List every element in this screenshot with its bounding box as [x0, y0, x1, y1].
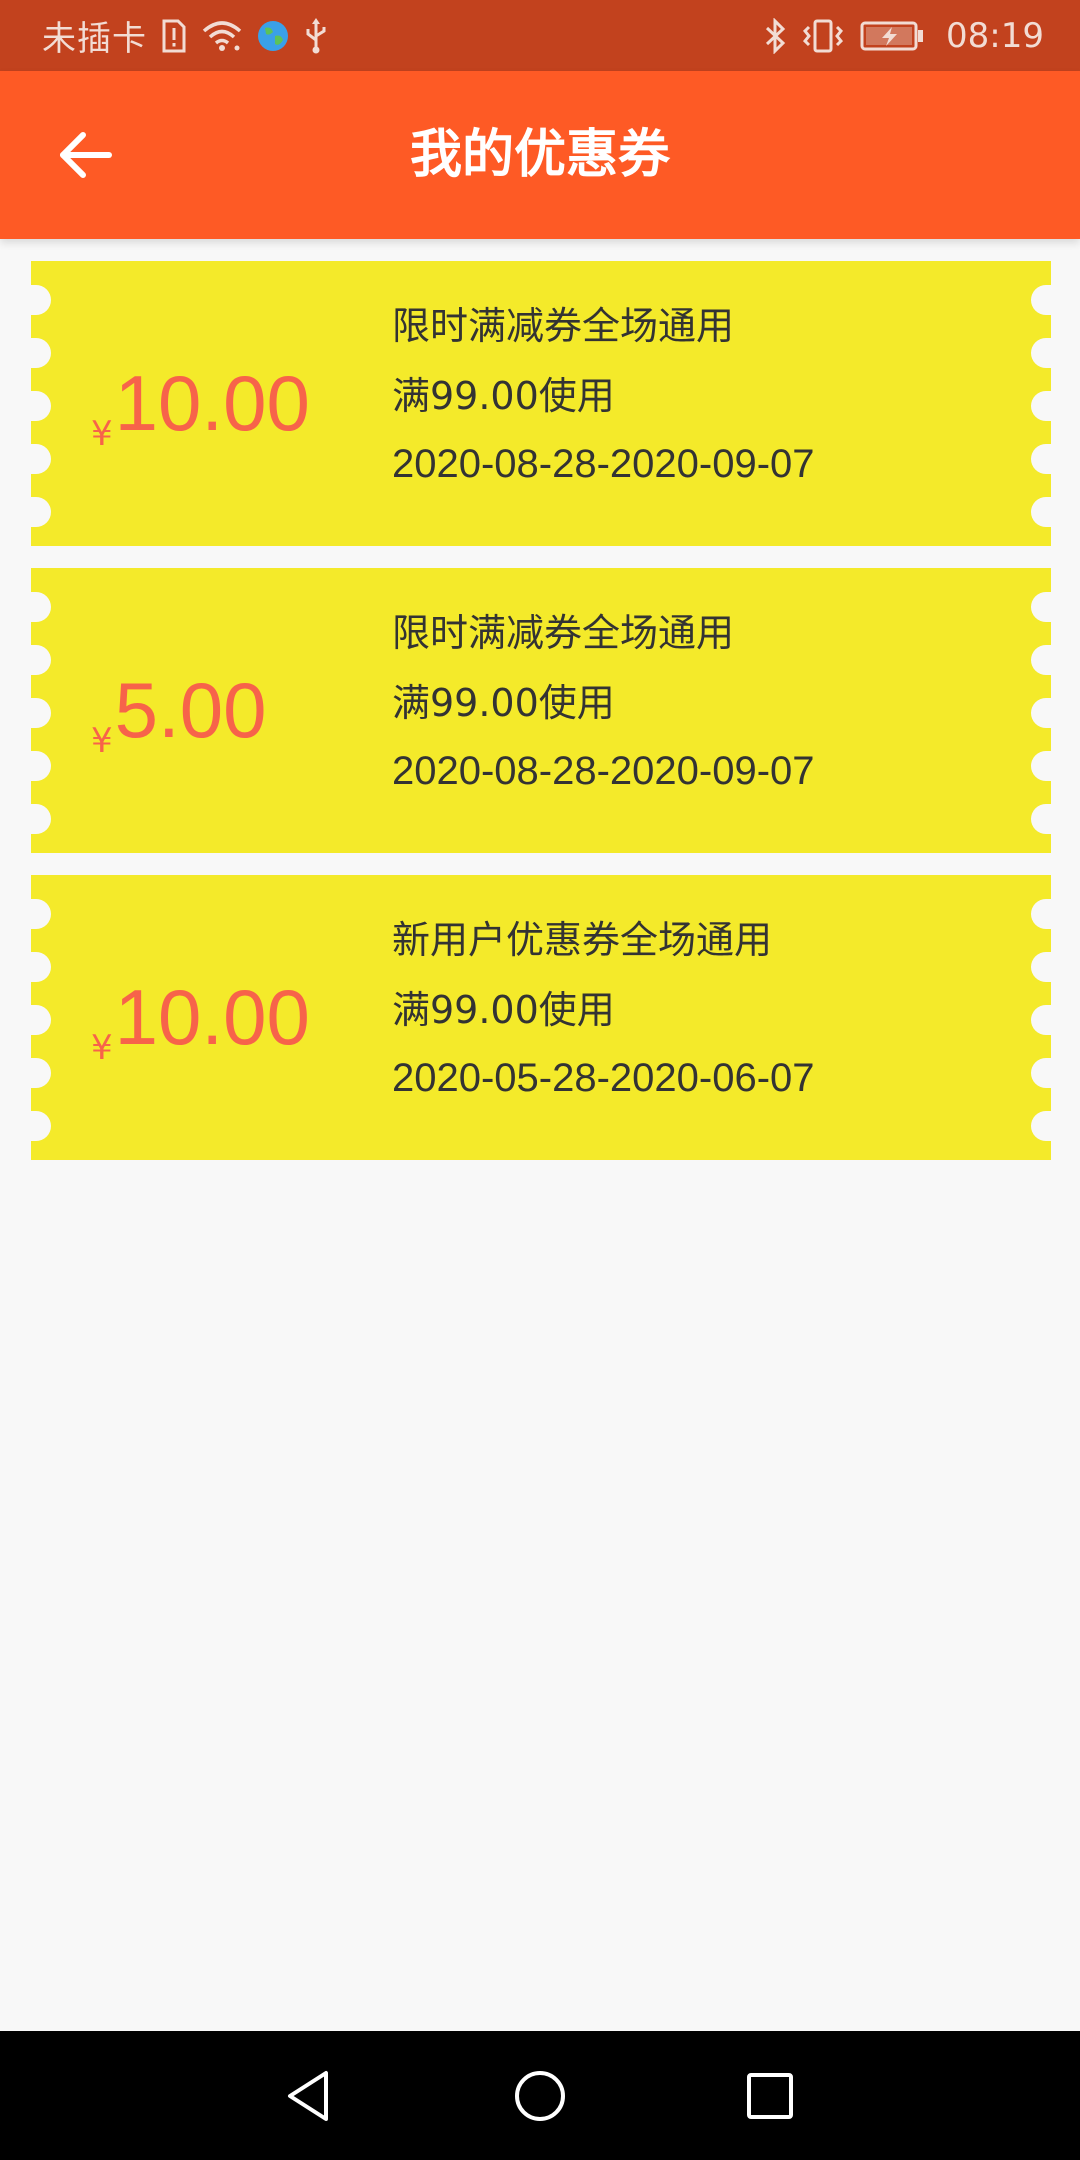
ticket-notch [31, 497, 51, 527]
coupon-amount: ¥ 10.00 [91, 261, 310, 546]
coupon-card[interactable]: ¥ 10.00 限时满减券全场通用 满99.00使用 2020-08-28-20… [31, 261, 1051, 546]
ticket-notch [1031, 444, 1051, 474]
sim-alert-icon [161, 19, 187, 53]
nav-recents-button[interactable] [710, 2031, 830, 2160]
back-triangle-icon [284, 2069, 334, 2123]
coupon-condition: 满99.00使用 [392, 988, 615, 1032]
ticket-notch [1031, 804, 1051, 834]
coupon-amount: ¥ 10.00 [91, 875, 310, 1160]
status-right: 08:19 [764, 0, 1044, 71]
amount-value: 5.00 [114, 666, 267, 754]
amount-value: 10.00 [114, 973, 310, 1061]
amount-value: 10.00 [114, 359, 310, 447]
ticket-notch [1031, 645, 1051, 675]
status-left: 未插卡 [42, 0, 329, 71]
ticket-notch [31, 338, 51, 368]
currency-symbol: ¥ [91, 413, 113, 454]
ticket-notch [1031, 285, 1051, 315]
coupon-info: 限时满减券全场通用 满99.00使用 2020-08-28-2020-09-07 [392, 304, 815, 486]
ticket-notch [31, 952, 51, 982]
coupon-info: 新用户优惠券全场通用 满99.00使用 2020-05-28-2020-06-0… [392, 918, 815, 1100]
back-arrow-icon [57, 129, 113, 181]
coupon-card[interactable]: ¥ 10.00 新用户优惠券全场通用 满99.00使用 2020-05-28-2… [31, 875, 1051, 1160]
recents-square-icon [745, 2071, 795, 2121]
ticket-notch [31, 899, 51, 929]
ticket-notch [1031, 391, 1051, 421]
currency-symbol: ¥ [91, 1027, 113, 1068]
coupon-amount: ¥ 5.00 [91, 568, 266, 853]
home-circle-icon [513, 2069, 567, 2123]
app-bar: 我的优惠券 [0, 71, 1080, 239]
carrier-label: 未插卡 [42, 19, 147, 59]
ticket-notch [31, 391, 51, 421]
ticket-notch [1031, 751, 1051, 781]
currency-symbol: ¥ [91, 720, 113, 761]
ticket-notch [31, 444, 51, 474]
nav-back-button[interactable] [249, 2031, 369, 2160]
coupon-card[interactable]: ¥ 5.00 限时满减券全场通用 满99.00使用 2020-08-28-202… [31, 568, 1051, 853]
coupon-title: 新用户优惠券全场通用 [392, 918, 773, 962]
ticket-notch [1031, 899, 1051, 929]
clock: 08:19 [946, 15, 1044, 56]
coupon-condition: 满99.00使用 [392, 374, 615, 418]
ticket-notch [31, 645, 51, 675]
coupon-title: 限时满减券全场通用 [392, 304, 735, 348]
ticket-notch [31, 285, 51, 315]
ticket-notch [1031, 952, 1051, 982]
coupon-list: ¥ 10.00 限时满减券全场通用 满99.00使用 2020-08-28-20… [31, 261, 1051, 1182]
coupon-condition: 满99.00使用 [392, 681, 615, 725]
globe-icon [257, 20, 289, 52]
ticket-notch [1031, 338, 1051, 368]
ticket-notch [1031, 1005, 1051, 1035]
page-title: 我的优惠券 [409, 125, 670, 185]
coupon-screen: 未插卡 08:19 我的优惠券 ¥ 10.00 限时满减券全场通用 满99.00… [0, 0, 1080, 2160]
ticket-notch [31, 1005, 51, 1035]
coupon-title: 限时满减券全场通用 [392, 611, 735, 655]
coupon-validity-dates: 2020-08-28-2020-09-07 [392, 442, 815, 486]
ticket-notch [31, 698, 51, 728]
ticket-notch [1031, 1111, 1051, 1141]
wifi-icon [201, 19, 243, 53]
ticket-notch [1031, 1058, 1051, 1088]
ticket-notch [31, 592, 51, 622]
coupon-info: 限时满减券全场通用 满99.00使用 2020-08-28-2020-09-07 [392, 611, 815, 793]
ticket-notch [31, 1111, 51, 1141]
battery-charging-icon [860, 21, 924, 51]
coupon-validity-dates: 2020-08-28-2020-09-07 [392, 749, 815, 793]
vibrate-icon [802, 18, 844, 54]
ticket-notch [31, 751, 51, 781]
usb-icon [303, 17, 329, 54]
coupon-validity-dates: 2020-05-28-2020-06-07 [392, 1056, 815, 1100]
nav-home-button[interactable] [480, 2031, 600, 2160]
ticket-notch [31, 1058, 51, 1088]
ticket-notch [31, 804, 51, 834]
ticket-notch [1031, 592, 1051, 622]
system-nav-bar [0, 2031, 1080, 2160]
ticket-notch [1031, 497, 1051, 527]
bluetooth-icon [764, 17, 786, 54]
ticket-notch [1031, 698, 1051, 728]
back-button[interactable] [40, 115, 130, 195]
status-bar: 未插卡 08:19 [0, 0, 1080, 71]
